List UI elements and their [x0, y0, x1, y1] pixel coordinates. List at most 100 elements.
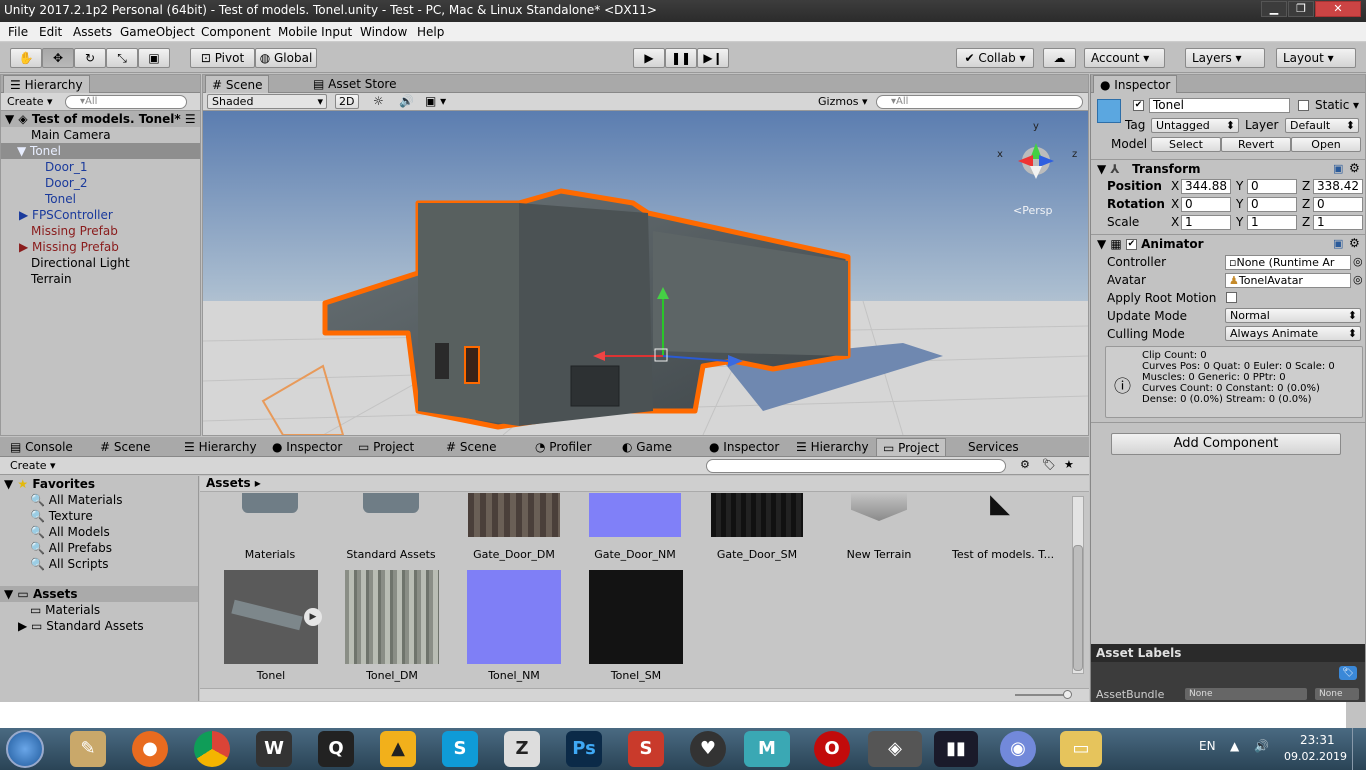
object-picker-icon[interactable]: ◎	[1353, 273, 1363, 286]
position-y-field[interactable]: 0	[1247, 179, 1297, 194]
thumbnail-size-slider[interactable]	[1015, 694, 1070, 696]
object-name-field[interactable]: Tonel	[1149, 98, 1290, 113]
quixel-icon[interactable]: Q	[318, 731, 354, 767]
update-mode-dropdown[interactable]: Normal ⬍	[1225, 308, 1361, 323]
menu-window[interactable]: Window	[360, 22, 407, 42]
model-open-button[interactable]: Open	[1291, 137, 1361, 152]
tab-inspector-3[interactable]: ● Inspector	[703, 438, 785, 456]
menu-gameobject[interactable]: GameObject	[120, 22, 195, 42]
gizmo-axis-x[interactable]: x	[997, 149, 1003, 160]
tray-expand-icon[interactable]: ▲	[1230, 739, 1239, 753]
hierarchy-item-tonel-child[interactable]: Tonel	[1, 191, 76, 207]
asset-tonel-model[interactable]: ▶ Tonel	[223, 570, 322, 682]
folder-materials[interactable]: ▭ Materials	[0, 602, 100, 618]
chrome-icon[interactable]	[194, 731, 230, 767]
scrollbar-thumb[interactable]	[1073, 545, 1083, 671]
rot-x-label[interactable]: X	[1171, 197, 1179, 211]
asset-tonel-nm[interactable]: Tonel_NM	[466, 570, 562, 682]
asset-gate-door-sm[interactable]: Gate_Door_SM	[709, 493, 805, 561]
sun-lighting-icon[interactable]: ☼	[373, 94, 384, 108]
tag-dropdown[interactable]: Untagged ⬍	[1151, 118, 1239, 133]
tab-game[interactable]: ◐ Game	[616, 438, 678, 456]
favorite-star-icon[interactable]: ★	[1064, 458, 1074, 471]
menu-edit[interactable]: Edit	[39, 22, 62, 42]
asset-standard-assets[interactable]: Standard Assets	[343, 493, 439, 561]
scl-x-label[interactable]: X	[1171, 215, 1179, 229]
scene-search-input[interactable]: ▾All	[876, 95, 1083, 109]
assets-root[interactable]: ▼ ▭ Assets	[0, 586, 198, 602]
layout-dropdown[interactable]: Layout ▾	[1276, 48, 1356, 68]
hierarchy-item-missing-prefab-2[interactable]: ▶ Missing Prefab	[1, 239, 119, 255]
close-button[interactable]: ✕	[1315, 1, 1361, 17]
filter-type-icon[interactable]: ⚙	[1020, 458, 1030, 471]
component-gear-icon[interactable]: ⚙	[1349, 161, 1360, 175]
position-z-field[interactable]: 338.42	[1313, 179, 1363, 194]
expand-arrow-icon[interactable]: ▶	[304, 608, 322, 626]
controller-field[interactable]: ▫None (Runtime Ar	[1225, 255, 1351, 270]
move-tool-icon[interactable]: ✥	[42, 48, 74, 68]
shading-mode-dropdown[interactable]: Shaded ▾	[207, 94, 327, 109]
world-of-tanks-icon[interactable]: W	[256, 731, 292, 767]
hierarchy-item-door-2[interactable]: Door_2	[1, 175, 88, 191]
menu-component[interactable]: Component	[201, 22, 271, 42]
menu-mobile-input[interactable]: Mobile Input	[278, 22, 352, 42]
culling-mode-dropdown[interactable]: Always Animate ⬍	[1225, 326, 1361, 341]
model-select-button[interactable]: Select	[1151, 137, 1221, 152]
volume-icon[interactable]: 🔊	[1254, 739, 1269, 753]
gizmo-axis-z[interactable]: z	[1072, 149, 1077, 160]
active-checkbox[interactable]: ✔	[1133, 100, 1144, 111]
gizmos-dropdown[interactable]: Gizmos ▾	[818, 95, 868, 108]
favorite-all-models[interactable]: 🔍 All Models	[0, 524, 110, 540]
label-tag-icon[interactable]: 🏷	[1339, 666, 1357, 680]
pause-button[interactable]: ❚❚	[665, 48, 697, 68]
animator-enabled-checkbox[interactable]: ✔	[1125, 239, 1137, 250]
static-dropdown-arrow[interactable]: ▾	[1353, 98, 1359, 112]
tab-inspector[interactable]: ● Inspector	[1093, 75, 1178, 93]
scale-y-field[interactable]: 1	[1247, 215, 1297, 230]
scene-viewport[interactable]: x z y <Persp	[203, 111, 1088, 435]
rotation-y-field[interactable]: 0	[1247, 197, 1297, 212]
rot-y-label[interactable]: Y	[1236, 197, 1243, 211]
assetbundle-dropdown[interactable]: None	[1185, 688, 1307, 700]
tab-services[interactable]: Services	[962, 438, 1025, 456]
folder-standard-assets[interactable]: ▶ ▭ Standard Assets	[0, 618, 144, 634]
show-desktop-button[interactable]	[1352, 728, 1366, 770]
tab-console[interactable]: ▤ Console	[4, 438, 79, 456]
speaker-icon[interactable]: 🔊	[399, 94, 414, 108]
rotation-z-field[interactable]: 0	[1313, 197, 1363, 212]
project-search-input[interactable]	[706, 459, 1006, 473]
scene-root[interactable]: ▼ ◈ Test of models. Tonel* ☰	[1, 111, 200, 127]
tab-hierarchy-3[interactable]: ☰ Hierarchy	[790, 438, 875, 456]
tab-project-2[interactable]: ▭ Project	[352, 438, 420, 456]
clock-time[interactable]: 23:31	[1300, 733, 1335, 747]
tab-project-active[interactable]: ▭ Project	[876, 438, 947, 456]
hierarchy-item-tonel[interactable]: ▼ Tonel	[1, 143, 200, 159]
collab-button[interactable]: ✔ Collab ▾	[956, 48, 1034, 68]
asset-tonel-sm[interactable]: Tonel_SM	[588, 570, 684, 682]
asset-materials[interactable]: Materials	[222, 493, 318, 561]
scl-y-label[interactable]: Y	[1236, 215, 1243, 229]
discord-icon[interactable]: ◉	[1000, 731, 1036, 767]
hierarchy-item-terrain[interactable]: Terrain	[1, 271, 72, 287]
layers-dropdown[interactable]: Layers ▾	[1185, 48, 1265, 68]
scale-z-field[interactable]: 1	[1313, 215, 1363, 230]
object-picker-icon[interactable]: ◎	[1353, 255, 1363, 268]
maximize-button[interactable]: ❐	[1288, 1, 1314, 17]
animator-header[interactable]: ▼ ▦ ✔ Animator	[1097, 237, 1204, 251]
substance-icon[interactable]: S	[628, 731, 664, 767]
avatar-field[interactable]: ♟TonelAvatar	[1225, 273, 1351, 288]
tab-inspector-2[interactable]: ● Inspector	[266, 438, 348, 456]
layer-dropdown[interactable]: Default ⬍	[1285, 118, 1359, 133]
equalizer-app-icon[interactable]: ▮▮	[934, 731, 978, 767]
favorites-header[interactable]: ▼ ★ Favorites	[0, 476, 95, 492]
asset-test-scene[interactable]: ◣ Test of models. T...	[952, 491, 1054, 561]
project-scrollbar[interactable]	[1072, 496, 1084, 674]
photoshop-icon[interactable]: Ps	[566, 731, 602, 767]
slider-handle[interactable]	[1063, 690, 1072, 699]
scl-z-label[interactable]: Z	[1302, 215, 1310, 229]
menu-file[interactable]: File	[8, 22, 28, 42]
scale-tool-icon[interactable]: ⤡	[106, 48, 138, 68]
pos-y-label[interactable]: Y	[1236, 179, 1243, 193]
start-button[interactable]	[6, 730, 44, 768]
rotation-x-field[interactable]: 0	[1181, 197, 1231, 212]
